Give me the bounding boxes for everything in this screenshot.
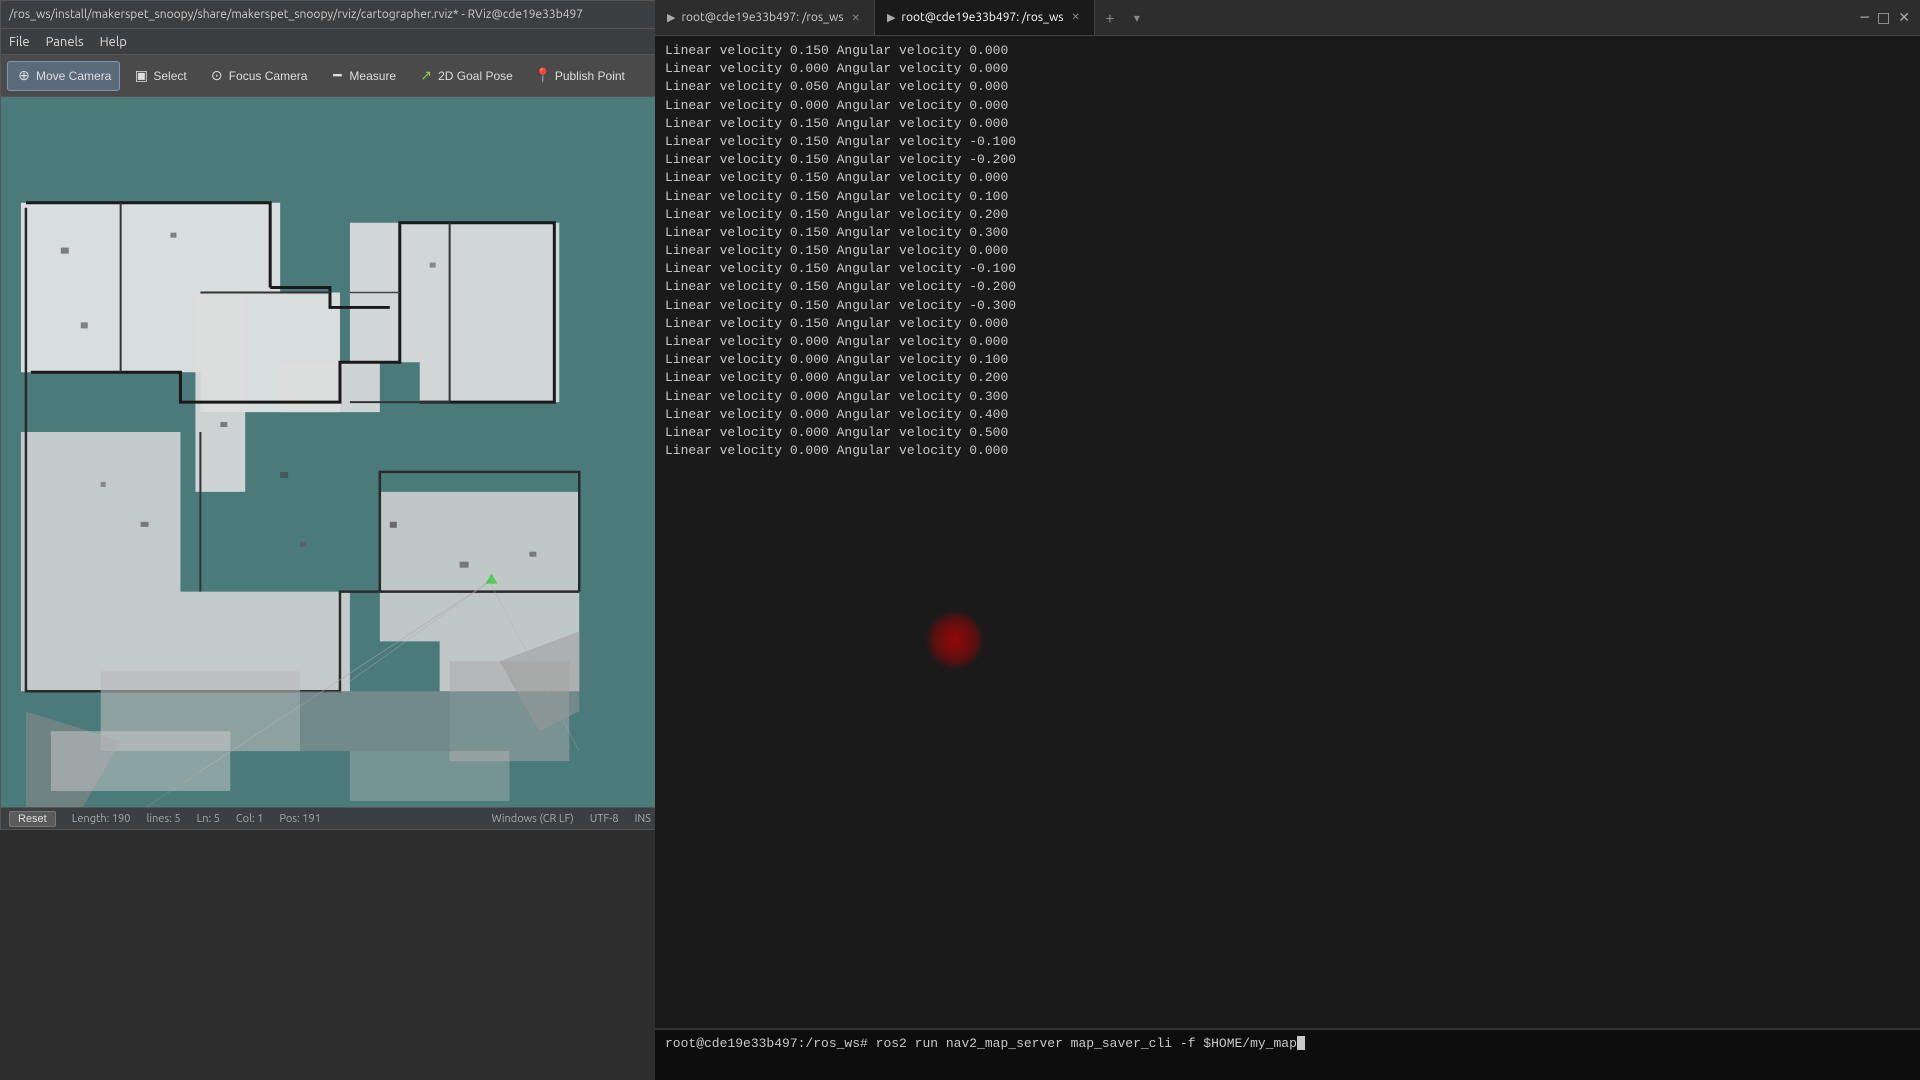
velocity-line: Linear velocity 0.000 Angular velocity 0… [665,333,1910,351]
close-window-button[interactable]: ✕ [1898,9,1910,26]
menu-panels[interactable]: Panels [46,35,84,49]
terminal-cursor [1297,1036,1305,1050]
maximize-button[interactable]: □ [1877,9,1890,26]
focus-camera-button[interactable]: ⊙ Focus Camera [200,61,317,91]
velocity-line: Linear velocity 0.050 Angular velocity 0… [665,78,1910,96]
goal-pose-icon: ↗ [418,68,434,84]
terminal-icon-1: ▶ [667,11,675,24]
focus-camera-label: Focus Camera [229,69,308,83]
status-col: Col: 1 [236,813,264,825]
velocity-line: Linear velocity 0.150 Angular velocity -… [665,297,1910,315]
velocity-line: Linear velocity 0.150 Angular velocity -… [665,278,1910,296]
velocity-line: Linear velocity 0.000 Angular velocity 0… [665,60,1910,78]
velocity-line: Linear velocity 0.150 Angular velocity 0… [665,42,1910,60]
velocity-line: Linear velocity 0.150 Angular velocity 0… [665,242,1910,260]
menu-help[interactable]: Help [100,35,127,49]
publish-point-label: Publish Point [555,69,625,83]
velocity-line: Linear velocity 0.000 Angular velocity 0… [665,442,1910,460]
terminal-tab-2[interactable]: ▶ root@cde19e33b497: /ros_ws ✕ [875,0,1095,35]
velocity-line: Linear velocity 0.000 Angular velocity 0… [665,351,1910,369]
rviz-toolbar: ⊕ Move Camera ▣ Select ⊙ Focus Camera ━ … [1,55,659,97]
velocity-line: Linear velocity 0.150 Angular velocity 0… [665,169,1910,187]
select-button[interactable]: ▣ Select [124,61,195,91]
velocity-line: Linear velocity 0.000 Angular velocity 0… [665,406,1910,424]
move-camera-icon: ⊕ [16,68,32,84]
select-label: Select [153,69,186,83]
reset-button[interactable]: Reset [9,811,56,827]
terminal-icon-2: ▶ [887,11,895,24]
velocity-line: Linear velocity 0.150 Angular velocity -… [665,151,1910,169]
rviz-statusbar: Reset Length: 190 lines: 5 Ln: 5 Col: 1 … [1,807,659,829]
tab-dropdown-button[interactable]: ▾ [1125,0,1149,35]
velocity-line: Linear velocity 0.150 Angular velocity -… [665,260,1910,278]
status-length: Length: 190 [72,813,131,825]
terminal-tab-1-label: root@cde19e33b497: /ros_ws [681,11,843,24]
select-icon: ▣ [133,68,149,84]
terminal-window: ▶ root@cde19e33b497: /ros_ws ✕ ▶ root@cd… [655,0,1920,1080]
velocity-line: Linear velocity 0.150 Angular velocity 0… [665,188,1910,206]
terminal-command: ros2 run nav2_map_server map_saver_cli -… [876,1036,1297,1051]
terminal-tab-2-label: root@cde19e33b497: /ros_ws [901,11,1063,24]
velocity-line: Linear velocity 0.150 Angular velocity 0… [665,224,1910,242]
rviz-viewport[interactable]: ◀ [1,97,659,807]
terminal-input-area[interactable]: root@cde19e33b497:/ros_ws# ros2 run nav2… [655,1030,1920,1080]
terminal-tab-1-close[interactable]: ✕ [850,11,862,25]
move-camera-label: Move Camera [36,69,111,83]
velocity-line: Linear velocity 0.150 Angular velocity -… [665,133,1910,151]
status-line-endings: Windows (CR LF) [491,813,573,825]
publish-point-button[interactable]: 📍 Publish Point [526,61,634,91]
terminal-output: Linear velocity 0.150 Angular velocity 0… [655,36,1920,1028]
status-ln: Ln: 5 [197,813,220,825]
terminal-body: Linear velocity 0.150 Angular velocity 0… [655,36,1920,1080]
goal-pose-label: 2D Goal Pose [438,69,513,83]
goal-pose-button[interactable]: ↗ 2D Goal Pose [409,61,522,91]
velocity-line: Linear velocity 0.000 Angular velocity 0… [665,97,1910,115]
velocity-line: Linear velocity 0.000 Angular velocity 0… [665,369,1910,387]
terminal-prompt: root@cde19e33b497:/ros_ws# [665,1036,876,1051]
velocity-line: Linear velocity 0.000 Angular velocity 0… [665,388,1910,406]
move-camera-button[interactable]: ⊕ Move Camera [7,61,120,91]
status-lines: lines: 5 [146,813,180,825]
terminal-tab-1[interactable]: ▶ root@cde19e33b497: /ros_ws ✕ [655,0,875,35]
terminal-tab-2-close[interactable]: ✕ [1069,10,1081,24]
velocity-line: Linear velocity 0.150 Angular velocity 0… [665,115,1910,133]
rviz-title: /ros_ws/install/makerspet_snoopy/share/m… [9,8,583,21]
measure-icon: ━ [329,68,345,84]
status-ins: INS [635,813,651,825]
new-tab-button[interactable]: + [1095,0,1125,35]
velocity-line: Linear velocity 0.150 Angular velocity 0… [665,315,1910,333]
measure-button[interactable]: ━ Measure [320,61,405,91]
terminal-tab-bar: ▶ root@cde19e33b497: /ros_ws ✕ ▶ root@cd… [655,0,1920,36]
publish-point-icon: 📍 [535,68,551,84]
focus-camera-icon: ⊙ [209,68,225,84]
status-encoding: UTF-8 [590,813,619,825]
minimize-button[interactable]: ─ [1861,9,1869,26]
velocity-line: Linear velocity 0.000 Angular velocity 0… [665,424,1910,442]
velocity-line: Linear velocity 0.150 Angular velocity 0… [665,206,1910,224]
status-pos: Pos: 191 [279,813,321,825]
rviz-menu-bar: File Panels Help [1,29,659,55]
rviz-window: /ros_ws/install/makerspet_snoopy/share/m… [0,0,660,830]
rviz-title-bar: /ros_ws/install/makerspet_snoopy/share/m… [1,1,659,29]
menu-file[interactable]: File [9,35,30,49]
map-visualization [1,97,659,807]
measure-label: Measure [349,69,396,83]
